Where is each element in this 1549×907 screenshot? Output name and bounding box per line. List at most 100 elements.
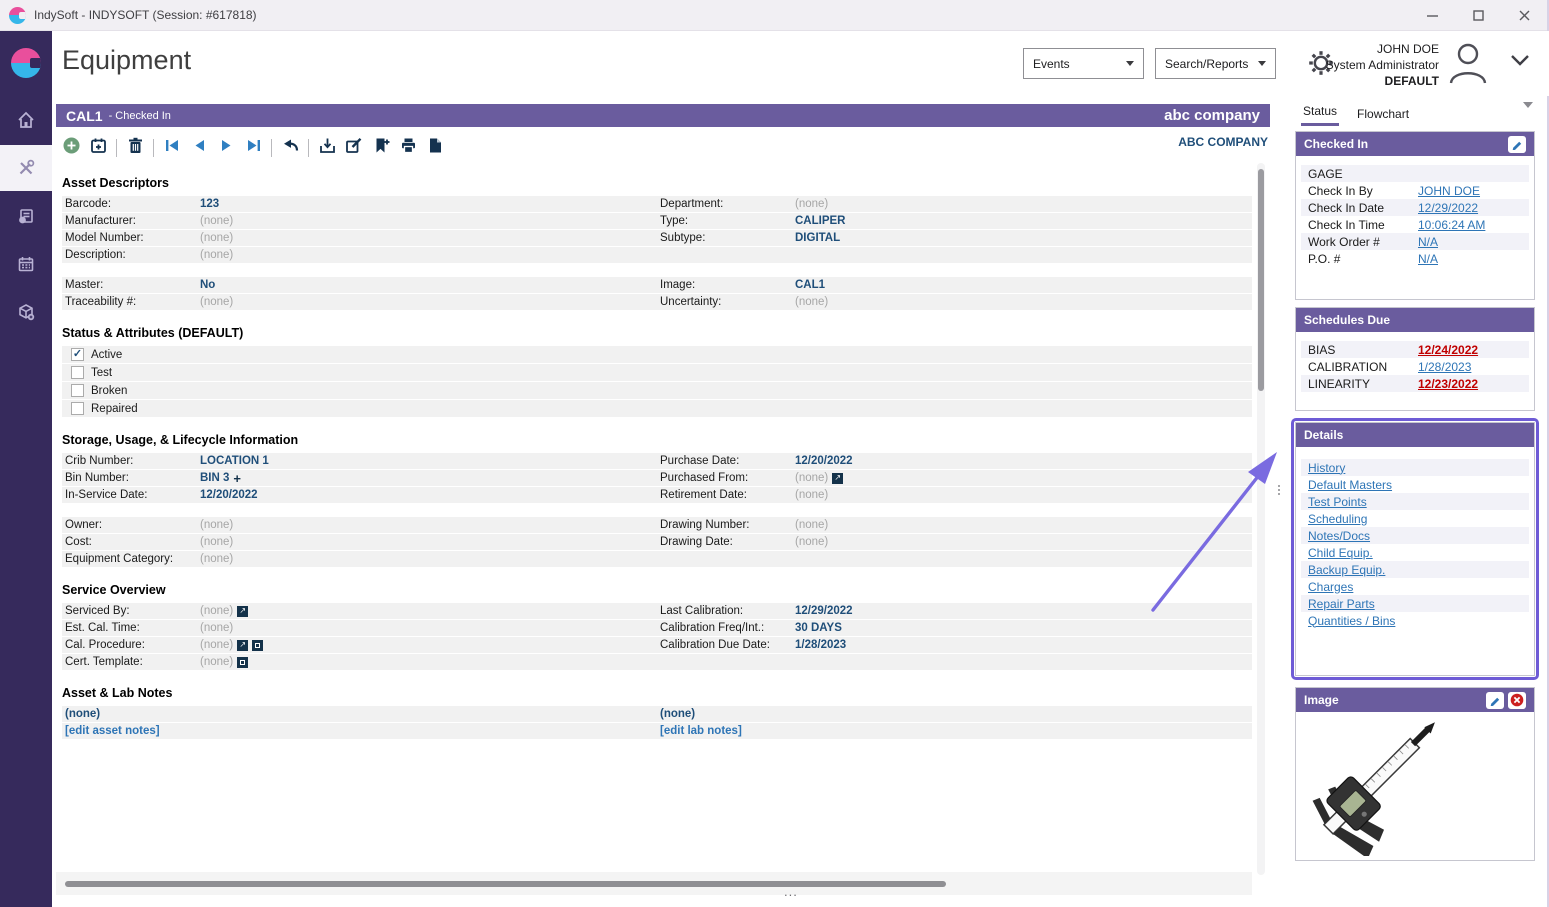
checkbox-broken[interactable] [71,384,84,397]
bookmark-add-icon[interactable] [372,136,390,154]
open-document-icon[interactable] [237,657,248,668]
panel-collapse-chevron-icon[interactable] [1523,102,1533,108]
field-value: 30 DAYS [795,622,842,634]
field-value: (none) [200,553,233,565]
indysoft-logo-icon [9,7,26,24]
print-icon[interactable] [399,136,417,154]
sidebar-item-calendar[interactable] [0,241,52,287]
schedule-date-link[interactable]: 1/28/2023 [1418,360,1471,374]
bottom-splitter-handle[interactable]: ... [784,884,798,899]
delete-record-icon[interactable] [126,136,144,154]
checkin-value-link[interactable]: N/A [1418,252,1438,266]
field-label: Uncertainty: [657,296,795,308]
calendar-icon [16,254,36,274]
field-row: Cost:(none) Drawing Date:(none) [62,534,1252,550]
avatar[interactable] [1445,39,1491,92]
maximize-button[interactable] [1455,0,1501,30]
goto-record-icon[interactable]: ↗ [237,606,248,617]
checkin-label: Check In Time [1308,218,1418,232]
checkin-value-link[interactable]: N/A [1418,235,1438,249]
checkin-value-link[interactable]: 10:06:24 AM [1418,218,1485,232]
field-value: (none) [200,232,233,244]
toolbar-separator [271,139,272,157]
details-row: Backup Equip. [1301,561,1529,578]
field-value: (none) [200,536,233,548]
undo-icon[interactable] [281,136,299,154]
details-link-test-points[interactable]: Test Points [1308,495,1367,509]
details-link-backup-equip[interactable]: Backup Equip. [1308,563,1385,577]
details-link-scheduling[interactable]: Scheduling [1308,512,1367,526]
field-value: 12/20/2022 [795,455,853,467]
details-row: Default Masters [1301,476,1529,493]
next-record-icon[interactable] [217,136,235,154]
checkbox-label: Active [91,349,122,361]
open-document-icon[interactable] [252,640,263,651]
field-value: CALIPER [795,215,845,227]
goto-record-icon[interactable]: ↗ [832,473,843,484]
sidebar-item-reports[interactable] [0,193,52,239]
events-dropdown[interactable]: Events [1023,48,1144,79]
field-value: (none) [200,605,233,617]
chevron-down-icon [1258,61,1266,66]
tab-status[interactable]: Status [1301,104,1339,126]
vertical-scrollbar[interactable] [1257,163,1265,875]
field-value: (none) [200,622,233,634]
edit-lab-notes-link[interactable]: [edit lab notes] [657,725,1252,737]
field-label: Est. Cal. Time: [62,622,200,634]
checkin-row: GAGE [1301,165,1529,182]
horizontal-scrollbar-thumb[interactable] [65,881,946,887]
field-label: Drawing Number: [657,519,795,531]
checkbox-test[interactable] [71,366,84,379]
details-link-child-equip[interactable]: Child Equip. [1308,546,1373,560]
vertical-scrollbar-thumb[interactable] [1258,169,1264,391]
horizontal-scrollbar[interactable] [56,872,1252,895]
edit-icon[interactable] [345,136,363,154]
new-document-icon[interactable] [426,136,444,154]
edit-checkin-icon[interactable] [1508,136,1526,153]
add-bin-icon[interactable]: + [233,472,241,485]
panel-splitter-handle[interactable] [1278,485,1280,495]
field-value: (none) [200,249,233,261]
search-reports-dropdown[interactable]: Search/Reports [1155,48,1276,79]
last-record-icon[interactable] [244,136,262,154]
add-record-icon[interactable] [62,136,80,154]
delete-image-icon[interactable] [1508,692,1526,709]
first-record-icon[interactable] [163,136,181,154]
field-value: (none) [795,536,828,548]
calendar-add-icon[interactable] [89,136,107,154]
sidebar-item-home[interactable] [0,97,52,143]
field-row: Serviced By:(none)↗ Last Calibration:12/… [62,603,1252,619]
field-label: Description: [62,249,200,261]
details-link-charges[interactable]: Charges [1308,580,1353,594]
field-value: (none) [200,519,233,531]
details-link-default-masters[interactable]: Default Masters [1308,478,1392,492]
field-label: Cost: [62,536,200,548]
checkin-value-link[interactable]: JOHN DOE [1418,184,1480,198]
sidebar-item-equipment[interactable] [0,145,52,191]
side-panel-tabs: Status Flowchart [1289,100,1543,126]
details-link-notes-docs[interactable]: Notes/Docs [1308,529,1370,543]
details-link-quantities-bins[interactable]: Quantities / Bins [1308,614,1395,628]
goto-record-icon[interactable]: ↗ [237,640,248,651]
field-row: Est. Cal. Time:(none) Calibration Freq/I… [62,620,1252,636]
import-icon[interactable] [318,136,336,154]
close-button[interactable] [1501,0,1547,30]
edit-asset-notes-link[interactable]: [edit asset notes] [62,725,657,737]
checkin-row: Check In ByJOHN DOE [1301,182,1529,199]
edit-image-icon[interactable] [1486,692,1504,709]
checkbox-active[interactable]: ✓ [71,348,84,361]
tab-flowchart[interactable]: Flowchart [1355,107,1411,126]
schedule-date-link[interactable]: 12/24/2022 [1418,343,1478,357]
details-link-history[interactable]: History [1308,461,1345,475]
user-menu-chevron-icon[interactable] [1509,53,1531,72]
checkin-value-link[interactable]: 12/29/2022 [1418,201,1478,215]
minimize-button[interactable] [1409,0,1455,30]
details-link-repair-parts[interactable]: Repair Parts [1308,597,1375,611]
checkbox-repaired[interactable] [71,402,84,415]
field-label: Serviced By: [62,605,200,617]
schedules-due-panel: Schedules Due BIAS12/24/2022 CALIBRATION… [1295,307,1535,411]
checkin-label: Check In By [1308,184,1418,198]
schedule-date-link[interactable]: 12/23/2022 [1418,377,1478,391]
sidebar-item-inventory[interactable] [0,289,52,335]
previous-record-icon[interactable] [190,136,208,154]
